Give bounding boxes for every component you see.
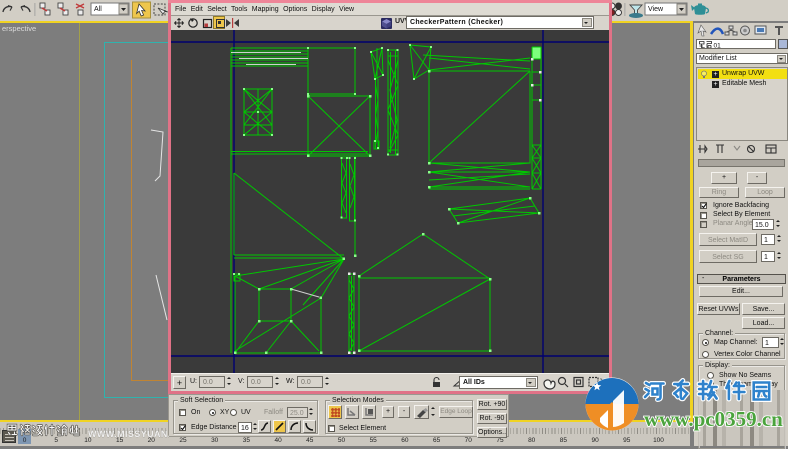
- svg-text:www.pc0359.cn: www.pc0359.cn: [644, 407, 783, 431]
- svg-text:01: 01: [714, 43, 722, 50]
- svg-text:All: All: [94, 6, 102, 13]
- svg-text:View: View: [648, 6, 664, 13]
- svg-text:WWW.MISSYUAN.COM: WWW.MISSYUAN.COM: [88, 429, 169, 439]
